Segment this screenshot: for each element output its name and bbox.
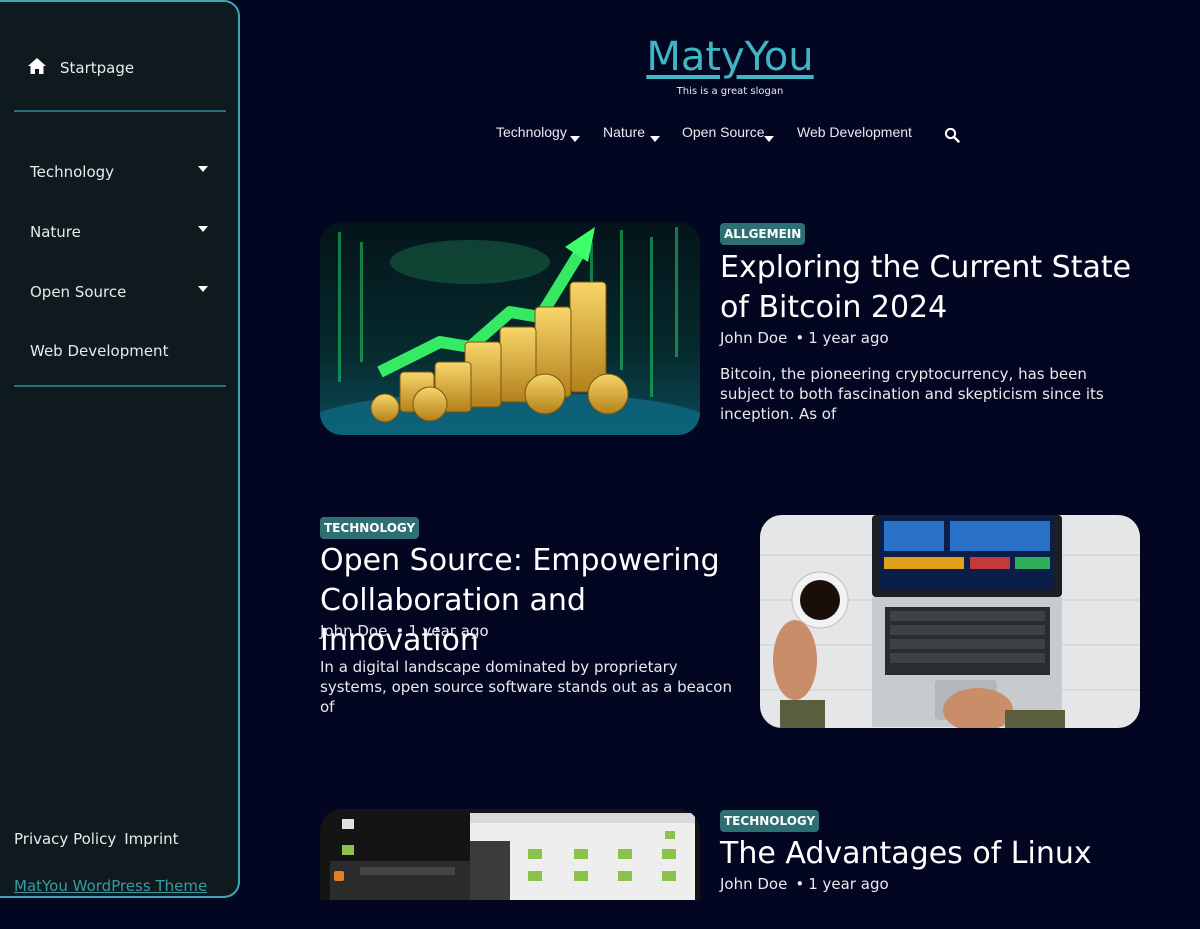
- sidebar-item-label: Nature: [30, 223, 81, 241]
- post-meta: John Doe • 1 year ago: [720, 329, 889, 347]
- nav-item-technology[interactable]: Technology: [496, 124, 567, 140]
- post-meta: John Doe • 1 year ago: [320, 622, 489, 640]
- post-author: John Doe: [720, 329, 788, 347]
- startpage-link[interactable]: Startpage: [28, 58, 134, 78]
- site-title[interactable]: MatyYou: [560, 34, 900, 80]
- sidebar-item-label: Technology: [30, 163, 115, 181]
- chevron-down-icon[interactable]: [198, 226, 208, 232]
- nav-item-nature[interactable]: Nature: [603, 124, 645, 140]
- category-badge[interactable]: TECHNOLOGY: [320, 517, 420, 539]
- post-title[interactable]: Exploring the Current State of Bitcoin 2…: [720, 248, 1150, 328]
- nav-item-open-source[interactable]: Open Source: [682, 124, 765, 140]
- sidebar-item-label: Web Development: [30, 342, 169, 360]
- post-date: 1 year ago: [808, 875, 889, 893]
- sidebar-item-web-development[interactable]: Web Development: [0, 322, 238, 380]
- post-excerpt: Bitcoin, the pioneering cryptocurrency, …: [720, 365, 1104, 423]
- bullet-separator: •: [795, 875, 805, 893]
- category-badge[interactable]: ALLGEMEIN: [720, 223, 806, 245]
- sidebar-item-open-source[interactable]: Open Source: [0, 262, 238, 322]
- post-title[interactable]: The Advantages of Linux: [720, 834, 1150, 874]
- sidebar-item-label: Open Source: [30, 283, 127, 301]
- post-author: John Doe: [320, 622, 388, 640]
- category-badge[interactable]: TECHNOLOGY: [720, 810, 820, 832]
- post-thumbnail-bitcoin[interactable]: [320, 222, 700, 435]
- privacy-policy-link[interactable]: Privacy Policy: [14, 830, 116, 848]
- startpage-label: Startpage: [60, 59, 135, 77]
- post-date: 1 year ago: [408, 622, 489, 640]
- post-thumbnail-laptop[interactable]: [760, 515, 1140, 728]
- post-thumbnail-linux[interactable]: [320, 809, 700, 929]
- post-date: 1 year ago: [808, 329, 889, 347]
- sidebar-item-technology[interactable]: Technology: [0, 142, 238, 202]
- search-icon[interactable]: [944, 127, 960, 143]
- site-slogan: This is a great slogan: [676, 86, 784, 97]
- bullet-separator: •: [395, 622, 405, 640]
- imprint-link[interactable]: Imprint: [124, 830, 178, 848]
- main-navigation: Technology Nature Open Source Web Develo…: [0, 124, 1200, 148]
- chevron-down-icon[interactable]: [198, 286, 208, 292]
- chevron-down-icon[interactable]: [650, 136, 660, 142]
- post-title[interactable]: Open Source: Empowering Collaboration an…: [320, 541, 750, 661]
- chevron-down-icon[interactable]: [764, 136, 774, 142]
- chevron-down-icon[interactable]: [570, 136, 580, 142]
- chevron-down-icon[interactable]: [198, 166, 208, 172]
- sidebar-footer-links: Privacy Policy Imprint: [14, 830, 179, 848]
- nav-item-web-development[interactable]: Web Development: [797, 124, 912, 140]
- sidebar-divider: [14, 385, 226, 387]
- home-icon: [28, 58, 46, 78]
- sidebar-menu: Technology Nature Open Source Web Develo…: [0, 142, 238, 380]
- post-excerpt: In a digital landscape dominated by prop…: [320, 658, 732, 716]
- theme-credit-link[interactable]: MatYou WordPress Theme: [14, 877, 207, 895]
- post-meta: John Doe • 1 year ago: [720, 875, 889, 893]
- sidebar-divider: [14, 110, 226, 112]
- post-author: John Doe: [720, 875, 788, 893]
- sidebar-item-nature[interactable]: Nature: [0, 202, 238, 262]
- bullet-separator: •: [795, 329, 805, 347]
